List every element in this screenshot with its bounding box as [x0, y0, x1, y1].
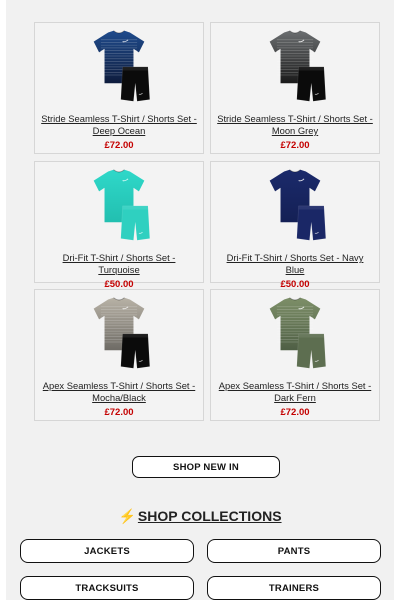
- product-image[interactable]: [211, 290, 379, 376]
- product-name-link[interactable]: Stride Seamless T-Shirt / Shorts Set - M…: [211, 113, 379, 137]
- lightning-bolt-icon: ⚡: [118, 508, 136, 524]
- shorts-graphic: [120, 333, 151, 369]
- product-card[interactable]: Stride Seamless T-Shirt / Shorts Set - D…: [34, 22, 204, 154]
- product-price: £72.00: [280, 140, 310, 151]
- product-price: £72.00: [104, 140, 134, 151]
- shorts-graphic: [120, 66, 151, 102]
- shop-collections-heading[interactable]: ⚡ SHOP COLLECTIONS: [6, 508, 394, 525]
- shorts-graphic: [296, 333, 327, 369]
- collection-tracksuits-button[interactable]: TRACKSUITS: [20, 576, 194, 600]
- product-name-link[interactable]: Dri-Fit T-Shirt / Shorts Set - Navy Blue: [211, 252, 379, 276]
- product-card[interactable]: Dri-Fit T-Shirt / Shorts Set - Turquoise…: [34, 161, 204, 290]
- product-image[interactable]: [211, 162, 379, 248]
- shorts-graphic: [120, 205, 151, 241]
- product-card[interactable]: Dri-Fit T-Shirt / Shorts Set - Navy Blue…: [210, 161, 380, 290]
- shorts-graphic: [296, 66, 327, 102]
- product-price: £72.00: [104, 407, 134, 418]
- shop-new-in-button[interactable]: SHOP NEW IN: [132, 456, 280, 478]
- product-name-link[interactable]: Stride Seamless T-Shirt / Shorts Set - D…: [35, 113, 203, 137]
- email-content: Stride Seamless T-Shirt / Shorts Set - D…: [6, 0, 394, 600]
- product-card[interactable]: Apex Seamless T-Shirt / Shorts Set - Dar…: [210, 289, 380, 421]
- product-image[interactable]: [35, 162, 203, 248]
- product-price: £72.00: [280, 407, 310, 418]
- product-name-link[interactable]: Dri-Fit T-Shirt / Shorts Set - Turquoise: [35, 252, 203, 276]
- product-image[interactable]: [211, 23, 379, 109]
- product-card[interactable]: Stride Seamless T-Shirt / Shorts Set - M…: [210, 22, 380, 154]
- shop-collections-link[interactable]: SHOP COLLECTIONS: [138, 508, 282, 524]
- shorts-graphic: [296, 205, 327, 241]
- product-image[interactable]: [35, 290, 203, 376]
- collection-trainers-button[interactable]: TRAINERS: [207, 576, 381, 600]
- collection-pants-button[interactable]: PANTS: [207, 539, 381, 563]
- product-card[interactable]: Apex Seamless T-Shirt / Shorts Set - Moc…: [34, 289, 204, 421]
- product-name-link[interactable]: Apex Seamless T-Shirt / Shorts Set - Moc…: [35, 380, 203, 404]
- product-name-link[interactable]: Apex Seamless T-Shirt / Shorts Set - Dar…: [211, 380, 379, 404]
- product-image[interactable]: [35, 23, 203, 109]
- collection-jackets-button[interactable]: JACKETS: [20, 539, 194, 563]
